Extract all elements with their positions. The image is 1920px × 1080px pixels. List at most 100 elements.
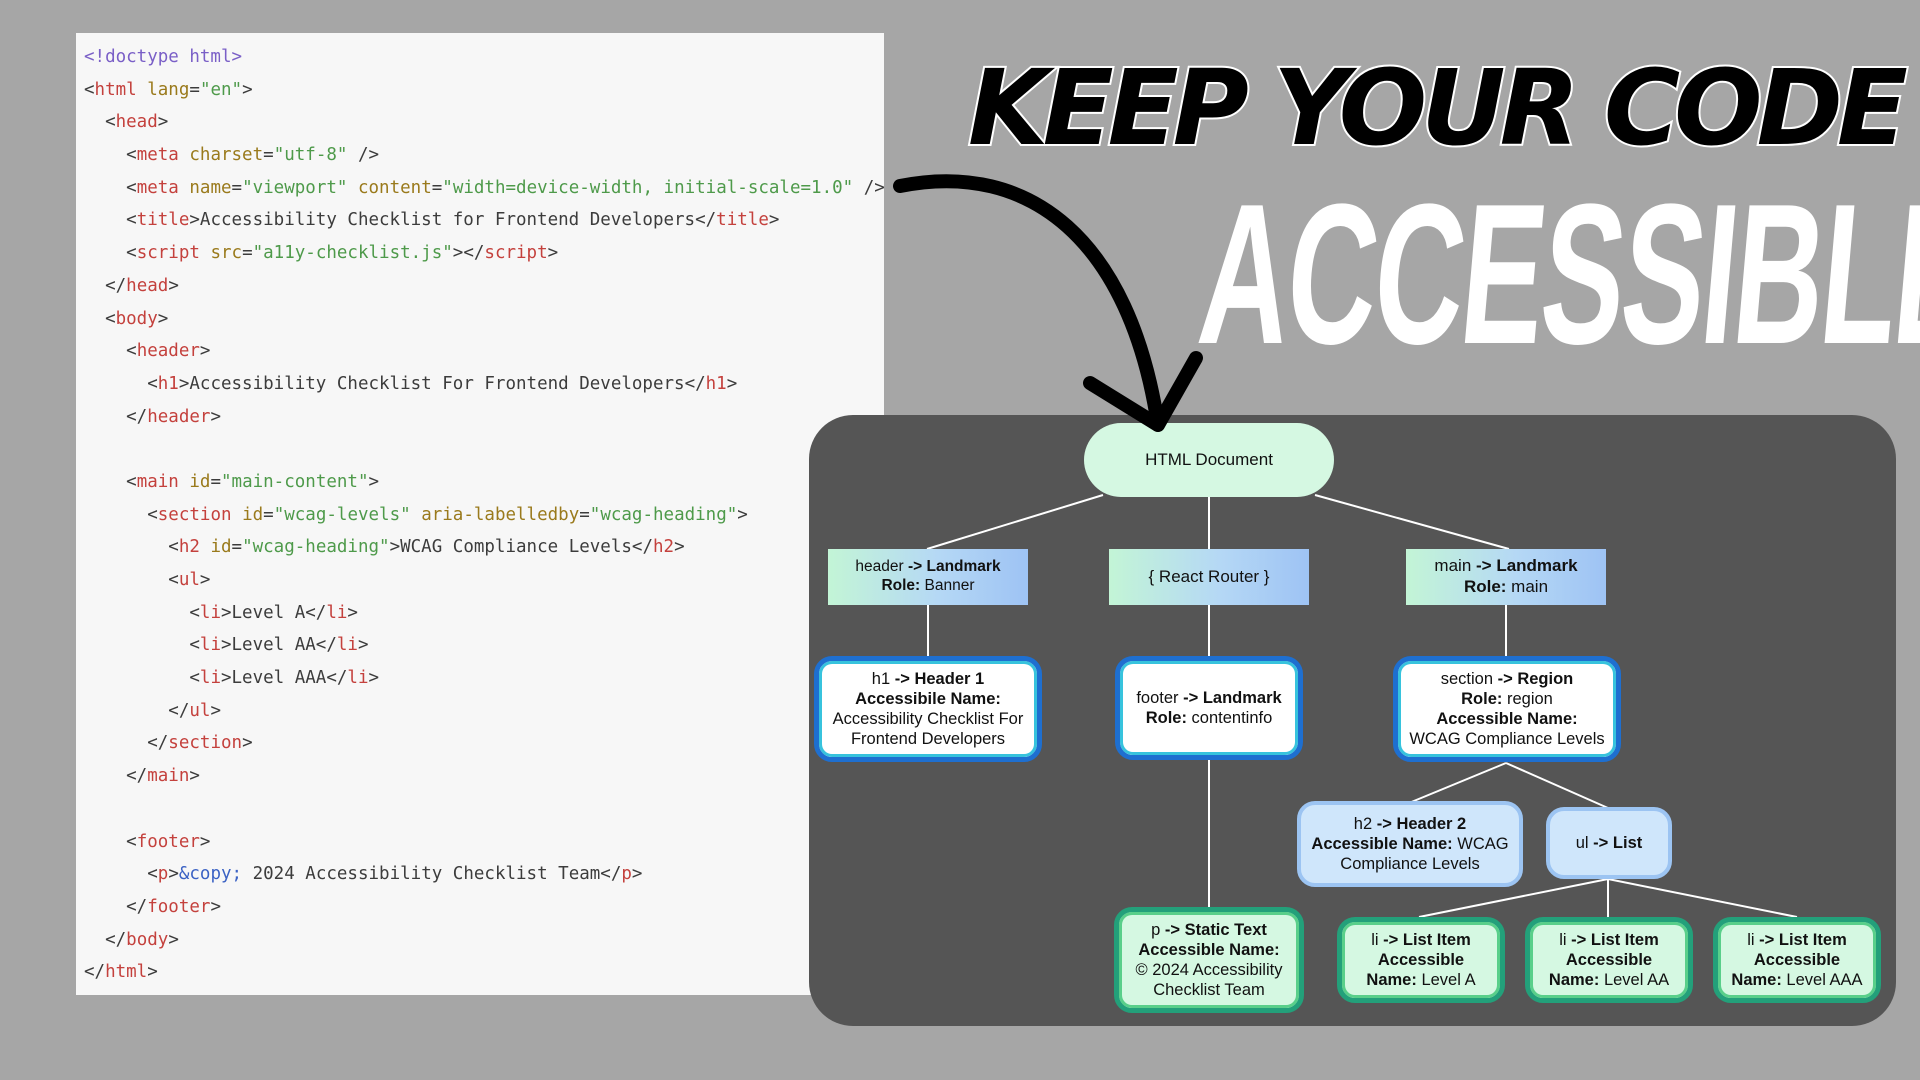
code-token: >Level AA</ [220, 635, 337, 656]
code-token: html [94, 79, 137, 100]
code-line: <title>Accessibility Checklist for Front… [84, 204, 884, 237]
code-token: head [126, 275, 169, 296]
code-token: > [147, 962, 158, 983]
code-token: charset [178, 145, 264, 166]
node-section: section -> Region Role: region Accessibl… [1393, 656, 1621, 762]
code-token: > [210, 406, 221, 427]
code-token: < [84, 341, 137, 362]
code-token: header [136, 341, 200, 362]
code-token: > [199, 341, 211, 362]
code-token: < [84, 864, 158, 885]
code-token: id [178, 471, 211, 492]
code-token: < [84, 79, 95, 100]
node-react-router: { React Router } [1109, 549, 1309, 605]
code-token: p [621, 864, 632, 885]
code-token: > [357, 635, 369, 656]
code-token: "wcag-heading" [589, 504, 738, 525]
code-line: <p>&copy; 2024 Accessibility Checklist T… [84, 858, 884, 891]
code-token: html [189, 47, 232, 67]
code-token: > [231, 47, 243, 67]
connector-root-header [926, 494, 1104, 550]
code-token: src [199, 243, 243, 264]
code-token: </ [84, 406, 148, 427]
code-token: = [431, 177, 443, 198]
code-token: meta [136, 145, 179, 166]
code-token: body [126, 929, 169, 950]
code-token: section [157, 504, 232, 525]
code-token: main [147, 766, 190, 787]
code-line: </footer> [84, 891, 884, 924]
code-line: </ul> [84, 695, 884, 728]
code-token: >WCAG Compliance Levels</ [389, 537, 653, 558]
code-token: < [84, 308, 116, 329]
code-line: </main> [84, 760, 884, 793]
code-token: ul [189, 700, 211, 721]
code-token: head [115, 112, 158, 133]
code-token: h1 [705, 373, 727, 394]
code-token: > [199, 831, 211, 852]
node-html-document-label: HTML Document [1145, 449, 1273, 469]
code-line: <html lang="en"> [84, 74, 884, 107]
code-line: <footer> [84, 826, 884, 859]
code-token: li [347, 668, 369, 689]
code-line: </section> [84, 727, 884, 760]
node-role: Banner [920, 577, 975, 594]
code-line: <script src="a11y-checklist.js"></script… [84, 237, 884, 270]
node-h1: h1 -> Header 1 Accessibile Name: Accessi… [814, 656, 1042, 762]
code-token: </ [84, 929, 127, 950]
node-react-router-label: { React Router } [1148, 566, 1270, 586]
code-line: <li>Level AA</li> [84, 629, 884, 662]
code-token: "main-content" [221, 471, 369, 492]
code-panel: <!doctype html> <html lang="en"> <head> <… [76, 33, 885, 995]
code-token: meta [136, 177, 179, 198]
code-token: = [189, 79, 200, 100]
code-token: < [84, 112, 116, 133]
code-token: < [84, 145, 137, 166]
code-token: footer [136, 831, 200, 852]
code-token: > [168, 929, 179, 950]
code-token: "width=device-width, initial-scale=1.0" [442, 177, 854, 198]
code-token: "wcag-heading" [242, 537, 390, 558]
code-token: > [368, 668, 380, 689]
node-li-1: li -> List Item Accessible Name: Level A [1337, 917, 1505, 1003]
code-token: > [168, 275, 179, 296]
code-token: </ [84, 275, 127, 296]
code-token: 2024 Accessibility Checklist Team</ [242, 864, 622, 885]
code-token: >Accessibility Checklist for Frontend De… [189, 210, 717, 231]
code-token: = [231, 537, 243, 558]
node-li-2: li -> List Item Accessible Name: Level A… [1525, 917, 1693, 1003]
code-line: <li>Level AAA</li> [84, 662, 884, 695]
code-token: script [484, 243, 548, 264]
code-token: > [242, 79, 253, 100]
code-line: <li>Level A</li> [84, 597, 884, 630]
code-token: < [84, 668, 200, 689]
code-token: "viewport" [242, 177, 348, 198]
node-ul: ul -> List [1546, 807, 1672, 879]
code-token: </ [84, 700, 190, 721]
node-html-document: HTML Document [1084, 423, 1334, 497]
code-token: = [263, 145, 274, 166]
code-line: <meta name="viewport" content="width=dev… [84, 172, 885, 205]
code-token: > [168, 864, 179, 885]
code-token: name [178, 177, 232, 198]
code-token: script [136, 243, 200, 264]
node-tag: header [855, 558, 904, 576]
code-line: </body> [84, 924, 884, 957]
code-token: = [242, 243, 253, 264]
code-token: = [263, 504, 274, 525]
code-token: </ [84, 896, 148, 917]
code-line: <main id="main-content"> [84, 466, 884, 499]
code-line: <head> [84, 106, 884, 139]
code-token: content [347, 177, 432, 198]
node-footer: footer -> Landmark Role: contentinfo [1115, 656, 1303, 760]
code-token: id [199, 537, 232, 558]
code-token: < [84, 602, 200, 623]
code-token: < [84, 471, 137, 492]
connector-section-ul [1505, 762, 1609, 809]
code-token: /> [853, 177, 885, 198]
code-token: main [136, 471, 179, 492]
code-token: > [347, 602, 358, 623]
code-token: title [716, 210, 769, 231]
